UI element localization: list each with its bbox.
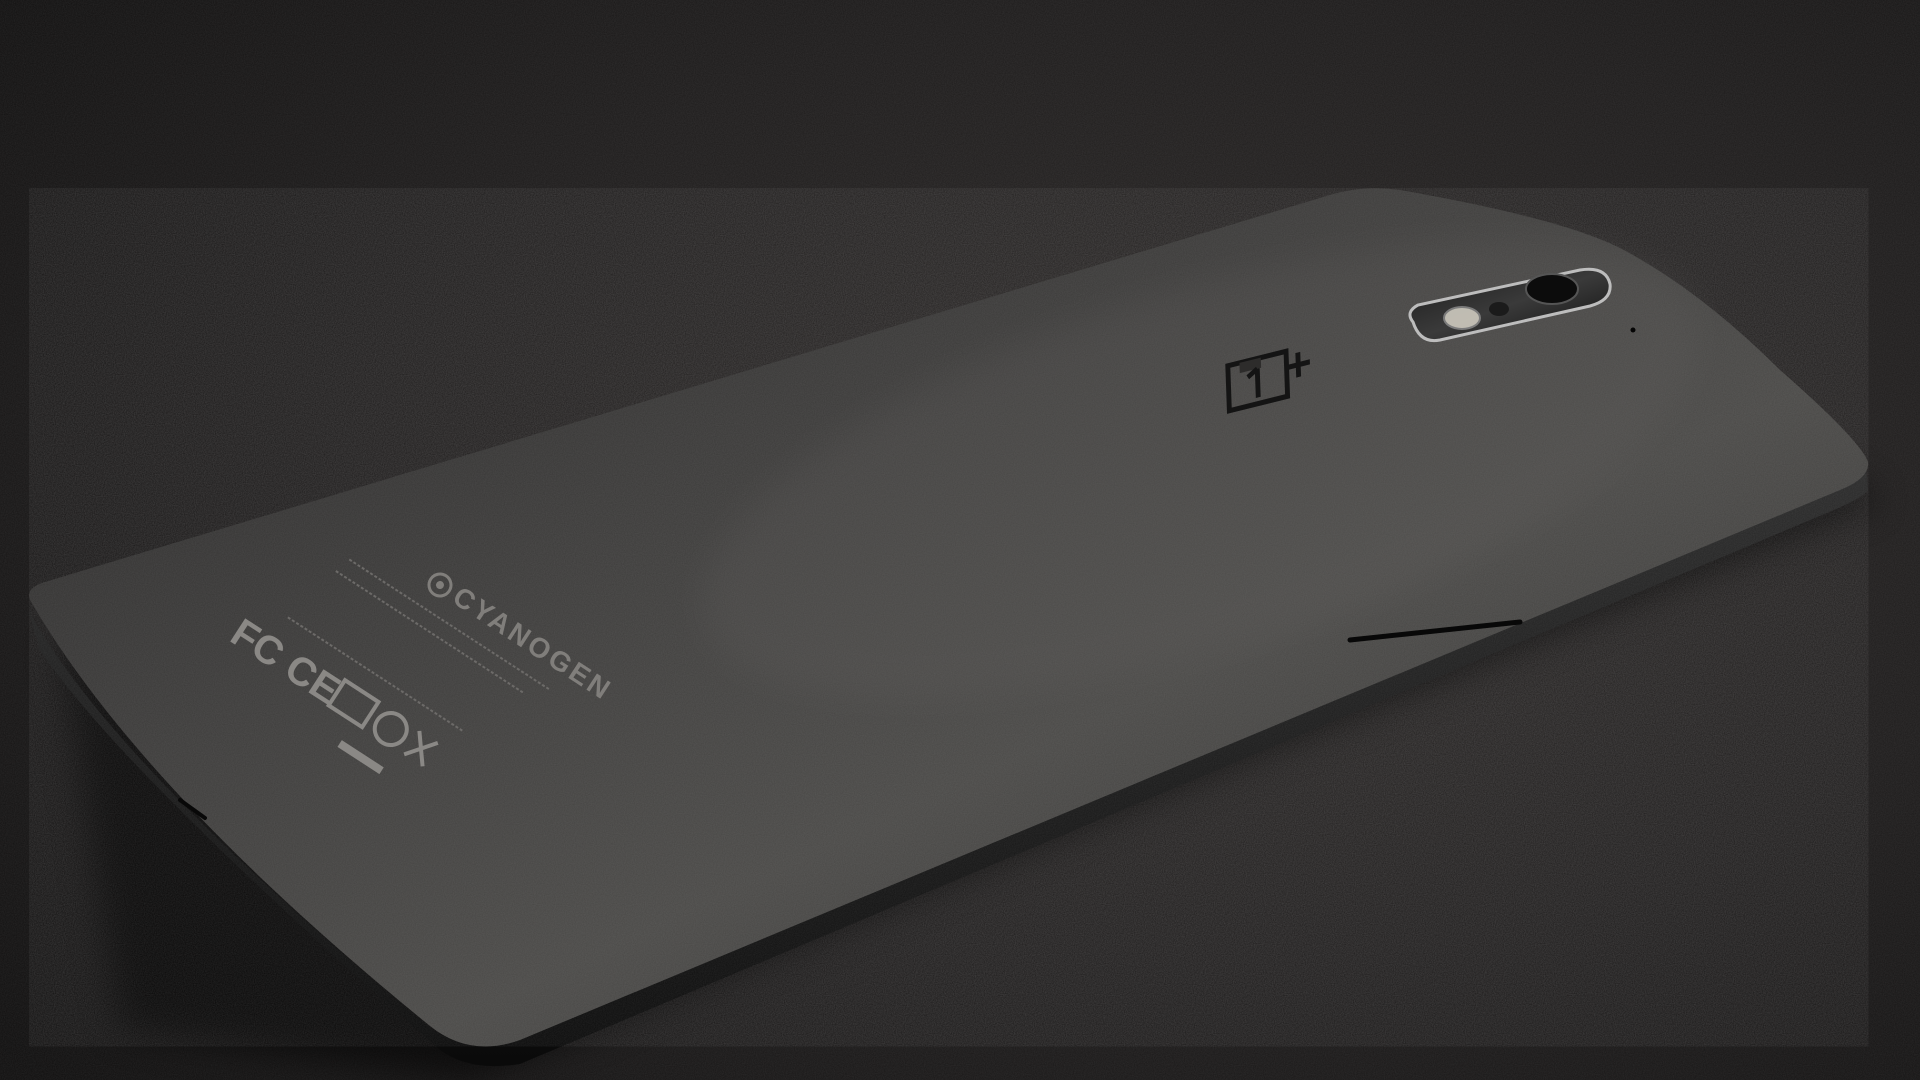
camera-lens	[1525, 273, 1579, 305]
photo-stage: 1+ CYANOGEN FC CE	[0, 0, 1920, 1080]
microphone-hole	[1630, 327, 1636, 333]
phone-photo: 1+ CYANOGEN FC CE	[0, 0, 1920, 1080]
camera-sensor	[1489, 302, 1509, 316]
flash-icon	[1443, 306, 1481, 330]
